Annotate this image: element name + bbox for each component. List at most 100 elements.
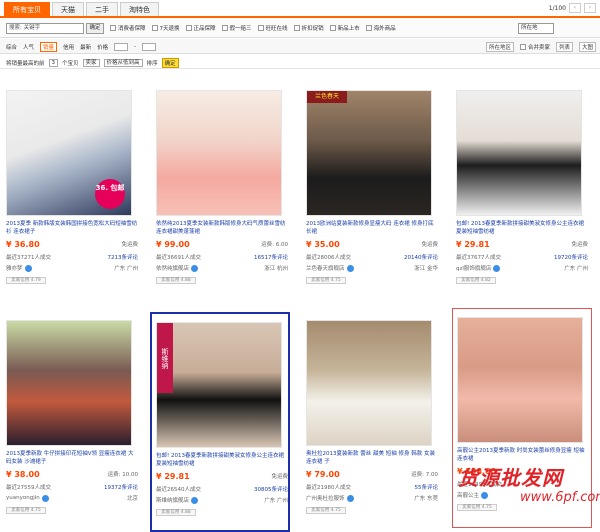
wangwang-chat-icon[interactable] bbox=[191, 496, 199, 504]
count-input[interactable]: 3 bbox=[48, 59, 59, 67]
review-count[interactable]: 20140条评论 bbox=[404, 253, 438, 261]
seller-rating: 卖家信用 4.75 bbox=[457, 504, 497, 511]
checkbox[interactable] bbox=[293, 25, 300, 31]
wangwang-chat-icon[interactable] bbox=[346, 264, 354, 272]
product-title[interactable]: 包邮! 2013春夏季新款拼接甜美淑女修身公主连衣裙夏装短袖雪纺裙 bbox=[456, 220, 588, 236]
sales-row: 最近37271人成交 7213条评论 bbox=[6, 253, 138, 261]
aggregate-confirm-button[interactable]: 确定 bbox=[161, 58, 179, 68]
shop-select[interactable]: 卖家 bbox=[82, 59, 100, 67]
product-title[interactable]: 2013夏季 新款韩版女装韩国拼接色宽松大码短袖雪纺衫 连衣裙子 bbox=[6, 220, 138, 236]
filter-fake-pay-three[interactable]: 假一赔三 bbox=[221, 24, 252, 32]
filter-overseas[interactable]: 海外商品 bbox=[365, 24, 396, 32]
product-title[interactable]: 2013夏季新款 牛仔拼接印花短袖V领 显瘦连衣裙 大码女装 沙滩裙子 bbox=[6, 450, 138, 466]
sort-newest[interactable]: 最新 bbox=[80, 43, 91, 51]
wangwang-chat-icon[interactable] bbox=[41, 494, 49, 502]
shop-location: 广东 广州 bbox=[114, 266, 138, 272]
product-image[interactable]: 36. 包邮 bbox=[6, 90, 132, 216]
wangwang-chat-icon[interactable] bbox=[481, 491, 489, 499]
tab-secondhand[interactable]: 二手 bbox=[86, 2, 118, 16]
tab-all[interactable]: 所有宝贝 bbox=[4, 2, 50, 16]
filter-online[interactable]: 旺旺在线 bbox=[257, 24, 288, 32]
tab-special[interactable]: 淘特色 bbox=[120, 2, 159, 16]
filter-new[interactable]: 新品上市 bbox=[329, 24, 360, 32]
next-page-button[interactable]: › bbox=[584, 3, 596, 13]
grid-view-button[interactable]: 大图 bbox=[578, 42, 596, 52]
product-title[interactable]: 高靓公主2013夏季新款 时尚女装蕾丝修身显瘦 短袖连衣裙 bbox=[457, 447, 589, 463]
product-card[interactable]: 2013夏季新款 牛仔拼接印花短袖V领 显瘦连衣裙 大码女装 沙滩裙子 ¥ 38… bbox=[2, 312, 142, 532]
wangwang-chat-icon[interactable] bbox=[24, 264, 32, 272]
product-card[interactable]: 兰色春天 2013欧洲站夏装新款修身显瘦大码 连衣裙 修身打底长裙 ¥ 35.0… bbox=[302, 82, 442, 302]
product-title[interactable]: 依然纯2013夏季女装新款韩版修身大码气质蕾丝雪纺连衣裙甜美蓬蓬裙 bbox=[156, 220, 288, 236]
product-image[interactable] bbox=[306, 320, 432, 446]
shop-info: qzl服饰旗舰店 bbox=[456, 264, 501, 272]
product-image[interactable] bbox=[456, 90, 582, 216]
product-image[interactable] bbox=[6, 320, 132, 446]
merge-seller-toggle[interactable]: 合并卖家 bbox=[519, 43, 550, 51]
checkbox[interactable] bbox=[110, 25, 116, 31]
product-image[interactable] bbox=[156, 90, 282, 216]
price-row: ¥ 99.00 运费: 6.00 bbox=[156, 240, 288, 249]
list-view-button[interactable]: 列表 bbox=[555, 42, 573, 52]
checkbox[interactable] bbox=[221, 25, 228, 31]
review-count[interactable]: 55条评论 bbox=[415, 483, 439, 491]
checkbox[interactable] bbox=[151, 25, 158, 31]
review-count[interactable]: 19720条评论 bbox=[554, 253, 588, 261]
shop-name[interactable]: qzl服饰旗舰店 bbox=[456, 264, 491, 272]
price-max-input[interactable] bbox=[142, 43, 157, 51]
search-ok-button[interactable]: 确定 bbox=[86, 23, 104, 34]
product-title[interactable]: 奥杜拉2013夏装新款 蕾丝 甜美 短袖 修身 韩款 女装 连衣裙 子 bbox=[306, 450, 438, 466]
sort-popularity[interactable]: 人气 bbox=[23, 43, 34, 51]
wangwang-chat-icon[interactable] bbox=[346, 494, 354, 502]
sort-credit[interactable]: 信用 bbox=[63, 43, 74, 51]
product-title[interactable]: 2013欧洲站夏装新款修身显瘦大码 连衣裙 修身打底长裙 bbox=[306, 220, 438, 236]
shop-name[interactable]: 广州奥杜拉服饰 bbox=[306, 494, 345, 502]
product-title[interactable]: 包邮! 2013春夏季新款拼接甜美淑女修身公主连衣裙夏装短袖雪纺裙 bbox=[156, 452, 288, 468]
price-min-input[interactable] bbox=[114, 43, 129, 51]
shop-name[interactable]: yuanyongjin bbox=[6, 495, 40, 501]
checkbox[interactable] bbox=[257, 25, 264, 31]
product-card[interactable]: 36. 包邮 2013夏季 新款韩版女装韩国拼接色宽松大码短袖雪纺衫 连衣裙子 … bbox=[2, 82, 142, 302]
filter-authentic[interactable]: 正品保障 bbox=[185, 24, 216, 32]
wangwang-chat-icon[interactable] bbox=[191, 264, 199, 272]
shop-name[interactable]: 雅亦梦 bbox=[6, 264, 23, 272]
sales-row: 最近28006人成交 20140条评论 bbox=[306, 253, 438, 261]
product-card[interactable]: 包邮! 2013春夏季新款拼接甜美淑女修身公主连衣裙夏装短袖雪纺裙 ¥ 29.8… bbox=[452, 82, 592, 302]
product-image[interactable] bbox=[457, 317, 583, 443]
sort-default[interactable]: 综合 bbox=[6, 43, 17, 51]
filter-7day-return[interactable]: 7天退换 bbox=[151, 24, 180, 32]
sort-price[interactable]: 价格 bbox=[97, 43, 108, 51]
product-image[interactable]: 兰色春天 bbox=[306, 90, 432, 216]
sort-label: 排序 bbox=[146, 61, 158, 67]
shop-name[interactable]: 依然纯旗舰店 bbox=[156, 264, 189, 272]
shop-row: 兰色春天旗舰店 浙江 金华 bbox=[306, 264, 438, 272]
checkbox[interactable] bbox=[365, 25, 372, 31]
area-select[interactable]: 所在地区 bbox=[485, 42, 514, 52]
filter-discount[interactable]: 折扣促销 bbox=[293, 24, 324, 32]
review-count[interactable]: 19372条评论 bbox=[104, 483, 138, 491]
order-select[interactable]: 价格从低到高 bbox=[103, 59, 143, 67]
shop-name[interactable]: 斯维纳旗舰店 bbox=[156, 496, 189, 504]
shop-name[interactable]: 兰色春天旗舰店 bbox=[306, 264, 345, 272]
page-indicator: 1/100 bbox=[548, 4, 566, 12]
product-card[interactable]: 斯维纳 包邮! 2013春夏季新款拼接甜美淑女修身公主连衣裙夏装短袖雪纺裙 ¥ … bbox=[150, 312, 290, 532]
checkbox[interactable] bbox=[185, 25, 192, 31]
region-select[interactable]: 所在地 bbox=[518, 23, 554, 34]
tab-tmall[interactable]: 天猫 bbox=[52, 2, 84, 16]
product-image[interactable]: 斯维纳 bbox=[156, 322, 282, 448]
wangwang-chat-icon[interactable] bbox=[493, 264, 501, 272]
aggregate-label: 将销量最高的前 bbox=[6, 61, 45, 67]
watermark-cn: 货源批发网 bbox=[458, 466, 563, 490]
review-count[interactable]: 16517条评论 bbox=[254, 253, 288, 261]
product-card[interactable]: 依然纯2013夏季女装新款韩版修身大码气质蕾丝雪纺连衣裙甜美蓬蓬裙 ¥ 99.0… bbox=[152, 82, 292, 302]
checkbox[interactable] bbox=[329, 25, 336, 31]
filter-guarantee[interactable]: 消费者保障 bbox=[110, 24, 146, 32]
product-card[interactable]: 奥杜拉2013夏装新款 蕾丝 甜美 短袖 修身 韩款 女装 连衣裙 子 ¥ 79… bbox=[302, 312, 442, 532]
checkbox[interactable] bbox=[519, 44, 526, 50]
shop-name[interactable]: 高靓公主 bbox=[457, 491, 479, 499]
review-count[interactable]: 30805条评论 bbox=[254, 485, 288, 493]
sort-sales[interactable]: 销量 bbox=[40, 42, 58, 52]
search-input[interactable]: 搜索: 关键字 bbox=[6, 23, 84, 34]
promo-badge: 36. 包邮 bbox=[95, 179, 125, 209]
prev-page-button[interactable]: ‹ bbox=[569, 3, 581, 13]
review-count[interactable]: 7213条评论 bbox=[108, 253, 139, 261]
